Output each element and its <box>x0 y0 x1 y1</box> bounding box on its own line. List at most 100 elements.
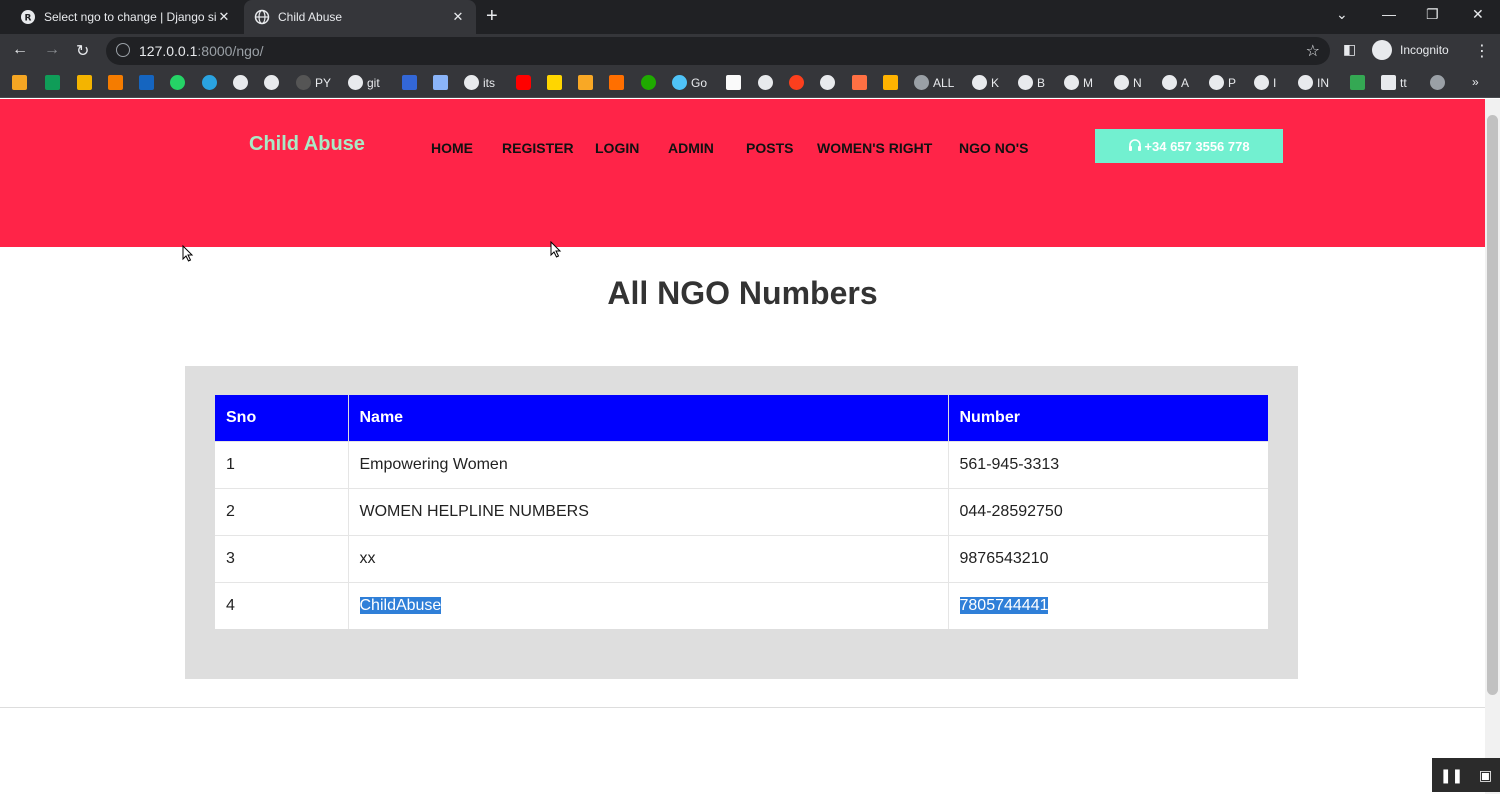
browser-toolbar: ← → ↻ 127.0.0.1:8000/ngo/ ☆ ◧ Incognito … <box>0 34 1500 68</box>
more-bookmarks-icon[interactable]: » <box>1472 75 1479 89</box>
bookmark-go[interactable]: Go <box>672 75 707 90</box>
phone-button[interactable]: +34 657 3556 778 <box>1095 129 1283 163</box>
minimize-icon[interactable]: — <box>1382 6 1396 22</box>
address-bar[interactable]: 127.0.0.1:8000/ngo/ ☆ <box>106 37 1330 65</box>
bookmark-star-icon[interactable]: ☆ <box>1306 41 1320 61</box>
bookmark-py[interactable]: PY <box>296 75 331 90</box>
nav-womens-right[interactable]: WOMEN'S RIGHT <box>817 140 932 156</box>
bookmark-icon[interactable] <box>264 75 283 90</box>
tab-title: Child Abuse <box>278 10 343 24</box>
bookmark-icon[interactable] <box>1350 75 1369 90</box>
close-tab-icon[interactable]: ✕ <box>450 9 466 25</box>
bookmark-icon[interactable] <box>578 75 597 90</box>
bookmark-icon[interactable] <box>641 75 660 90</box>
url-host: 127.0.0.1 <box>139 43 198 59</box>
bookmark-icon[interactable] <box>233 75 252 90</box>
cell-number: 7805744441 <box>947 581 1268 629</box>
cell-number: 9876543210 <box>947 534 1268 582</box>
bookmark-icon[interactable] <box>12 75 31 90</box>
site-info-icon[interactable] <box>116 43 130 57</box>
nav-admin[interactable]: ADMIN <box>668 140 714 156</box>
screen-recorder-controls: ❚❚ ▣ <box>1432 758 1500 792</box>
bookmark-tt[interactable]: tt <box>1381 75 1407 90</box>
bookmark-icon[interactable] <box>77 75 96 90</box>
url-text[interactable]: 127.0.0.1:8000/ngo/ <box>139 43 264 59</box>
table-row: 4 ChildAbuse 7805744441 <box>215 581 1268 629</box>
site-brand-link[interactable]: Child Abuse <box>249 133 365 156</box>
bookmark-icon[interactable] <box>108 75 127 90</box>
bookmark-all[interactable]: ALL <box>914 75 954 90</box>
bookmark-in[interactable]: IN <box>1298 75 1329 90</box>
selected-text: 7805744441 <box>959 596 1049 614</box>
bookmark-icon[interactable] <box>516 75 535 90</box>
bookmark-icon[interactable] <box>202 75 221 90</box>
page-scrollbar[interactable] <box>1485 99 1500 794</box>
incognito-profile[interactable]: Incognito <box>1372 40 1449 60</box>
globe-icon <box>254 9 270 25</box>
nav-login[interactable]: LOGIN <box>595 140 639 156</box>
bookmark-icon[interactable] <box>1430 75 1449 90</box>
bookmark-label: git <box>367 75 380 90</box>
bookmark-label: M <box>1083 75 1093 90</box>
bookmark-k[interactable]: K <box>972 75 999 90</box>
bookmark-icon[interactable] <box>789 75 808 90</box>
url-path: :8000/ngo/ <box>197 43 264 59</box>
tab-title: Select ngo to change | Django sit <box>44 10 216 24</box>
bookmark-icon[interactable] <box>883 75 902 90</box>
bookmark-icon[interactable] <box>547 75 566 90</box>
page-title: All NGO Numbers <box>607 275 878 311</box>
bookmark-b[interactable]: B <box>1018 75 1045 90</box>
cell-sno: 3 <box>215 534 348 582</box>
nav-posts[interactable]: POSTS <box>746 140 793 156</box>
cell-sno: 4 <box>215 581 348 629</box>
nav-ngo-numbers[interactable]: NGO NO'S <box>959 140 1028 156</box>
ngo-table: Sno Name Number 1 Empowering Women 561-9… <box>215 395 1268 629</box>
back-icon[interactable]: ← <box>12 41 28 59</box>
bookmark-label: PY <box>315 75 332 90</box>
phone-number: +34 657 3556 778 <box>1144 138 1250 154</box>
cell-name: Empowering Women <box>347 440 948 488</box>
bookmark-icon[interactable] <box>170 75 189 90</box>
nav-home[interactable]: HOME <box>431 140 473 156</box>
bookmark-icon[interactable] <box>852 75 871 90</box>
bookmark-n[interactable]: N <box>1114 75 1142 90</box>
bookmark-p[interactable]: P <box>1209 75 1236 90</box>
close-window-icon[interactable]: ✕ <box>1472 6 1484 23</box>
nav-register[interactable]: REGISTER <box>502 140 574 156</box>
bookmark-icon[interactable] <box>609 75 628 90</box>
bookmark-i[interactable]: I <box>1254 75 1276 90</box>
side-panel-icon[interactable]: ◧ <box>1343 41 1356 58</box>
restore-icon[interactable]: ❐ <box>1426 6 1439 23</box>
bookmark-icon[interactable] <box>726 75 745 90</box>
pause-icon[interactable]: ❚❚ <box>1440 767 1463 784</box>
bookmark-icon[interactable] <box>820 75 839 90</box>
forward-icon[interactable]: → <box>44 41 60 59</box>
bookmark-icon[interactable] <box>45 75 64 90</box>
tab-django-admin[interactable]: R Select ngo to change | Django sit ✕ <box>10 0 242 34</box>
bookmark-icon[interactable] <box>139 75 158 90</box>
column-header-sno: Sno <box>215 395 348 441</box>
headset-icon <box>1129 139 1142 151</box>
bookmarks-bar: PY git its Go ALL K B M N A P I IN tt » <box>0 68 1500 98</box>
tab-search-icon[interactable]: ⌄ <box>1336 6 1348 23</box>
scrollbar-thumb[interactable] <box>1487 115 1498 695</box>
tab-child-abuse[interactable]: Child Abuse ✕ <box>244 0 476 34</box>
ngo-table-panel: Sno Name Number 1 Empowering Women 561-9… <box>185 366 1298 679</box>
new-tab-icon[interactable]: + <box>486 5 498 28</box>
close-tab-icon[interactable]: ✕ <box>216 9 232 25</box>
menu-dots-icon[interactable]: ⋮ <box>1474 41 1490 61</box>
bookmark-icon[interactable] <box>758 75 777 90</box>
table-row: 2 WOMEN HELPLINE NUMBERS 044-28592750 <box>215 487 1268 535</box>
column-header-name: Name <box>347 395 948 441</box>
bookmark-m[interactable]: M <box>1064 75 1093 90</box>
table-row: 1 Empowering Women 561-945-3313 <box>215 440 1268 488</box>
bookmark-label: B <box>1037 75 1046 90</box>
bookmark-its[interactable]: its <box>464 75 495 90</box>
bookmark-icon[interactable] <box>433 75 452 90</box>
bookmark-icon[interactable] <box>402 75 421 90</box>
bookmark-label: P <box>1228 75 1237 90</box>
bookmark-git[interactable]: git <box>348 75 380 90</box>
bookmark-a[interactable]: A <box>1162 75 1189 90</box>
screen-share-icon[interactable]: ▣ <box>1479 767 1492 784</box>
reload-icon[interactable]: ↻ <box>76 41 89 61</box>
